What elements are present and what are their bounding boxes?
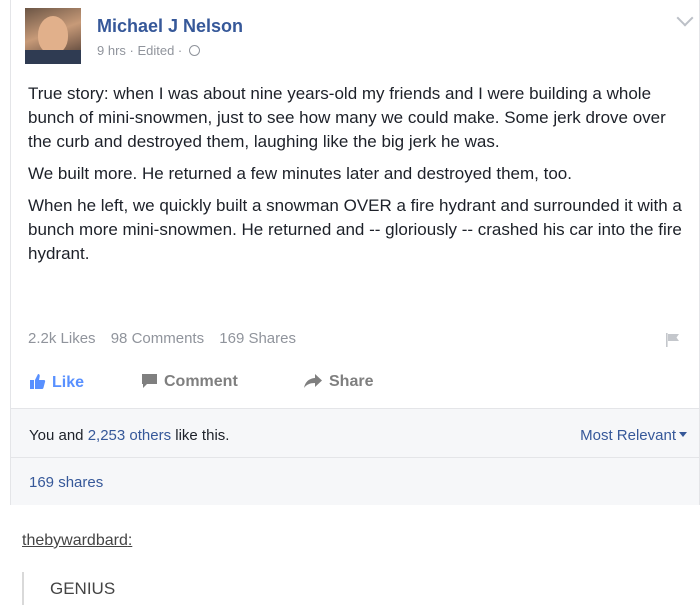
post-paragraph: When he left, we quickly built a snowman…: [28, 196, 682, 263]
shares-bar: 169 shares: [11, 458, 699, 505]
post-paragraph: True story: when I was about nine years-…: [28, 84, 666, 151]
reactions-suffix: like this.: [171, 427, 230, 444]
reactions-prefix: You and: [29, 427, 88, 444]
comment-icon: [142, 374, 157, 388]
share-label: Share: [329, 373, 374, 390]
avatar[interactable]: [25, 8, 81, 64]
tumblr-username[interactable]: thebywardbard:: [22, 532, 132, 550]
share-button[interactable]: Share: [303, 373, 373, 391]
author-name[interactable]: Michael J Nelson: [97, 16, 243, 37]
post-body: True story: when I was about nine years-…: [28, 82, 688, 274]
flag-icon[interactable]: [665, 333, 681, 347]
post-paragraph: We built more. He returned a few minutes…: [28, 164, 572, 183]
quote-divider: [22, 572, 24, 605]
avatar-shirt: [25, 50, 81, 64]
thumbs-up-icon: [30, 374, 46, 389]
shares-link[interactable]: 169 shares: [29, 474, 103, 491]
reactions-bar: You and 2,253 others like this. Most Rel…: [11, 408, 699, 458]
caret-down-icon: [679, 432, 687, 437]
reactions-others-link[interactable]: 2,253 others: [88, 427, 171, 444]
like-label: Like: [52, 374, 85, 391]
post-meta: 9 hrs · Edited ·: [97, 43, 200, 58]
likes-count[interactable]: 2.2k Likes: [28, 330, 96, 347]
post-counts: 2.2k Likes 98 Comments 169 Shares: [28, 330, 307, 347]
comment-button[interactable]: Comment: [141, 373, 238, 391]
tumblr-username-text: thebywardbard: [22, 532, 128, 549]
comment-sort-label: Most Relevant: [580, 427, 676, 444]
share-arrow-icon: [304, 374, 322, 388]
chevron-down-icon[interactable]: [676, 9, 694, 27]
post-actions: Like Comment Share: [23, 363, 683, 403]
like-button[interactable]: Like: [29, 373, 84, 392]
comment-label: Comment: [164, 373, 238, 390]
tumblr-reply: GENIUS: [50, 579, 116, 598]
reactions-summary: You and 2,253 others like this.: [29, 427, 229, 444]
avatar-face: [38, 16, 68, 54]
comment-sort-dropdown[interactable]: Most Relevant: [580, 427, 687, 444]
globe-icon: [188, 45, 200, 56]
post-timestamp[interactable]: 9 hrs · Edited ·: [97, 43, 182, 58]
shares-count[interactable]: 169 Shares: [219, 330, 296, 347]
tumblr-username-suffix: :: [127, 532, 133, 549]
comments-count[interactable]: 98 Comments: [111, 330, 204, 347]
facebook-post-card: Michael J Nelson 9 hrs · Edited · True s…: [10, 0, 700, 505]
post-header: Michael J Nelson 9 hrs · Edited ·: [25, 8, 665, 68]
